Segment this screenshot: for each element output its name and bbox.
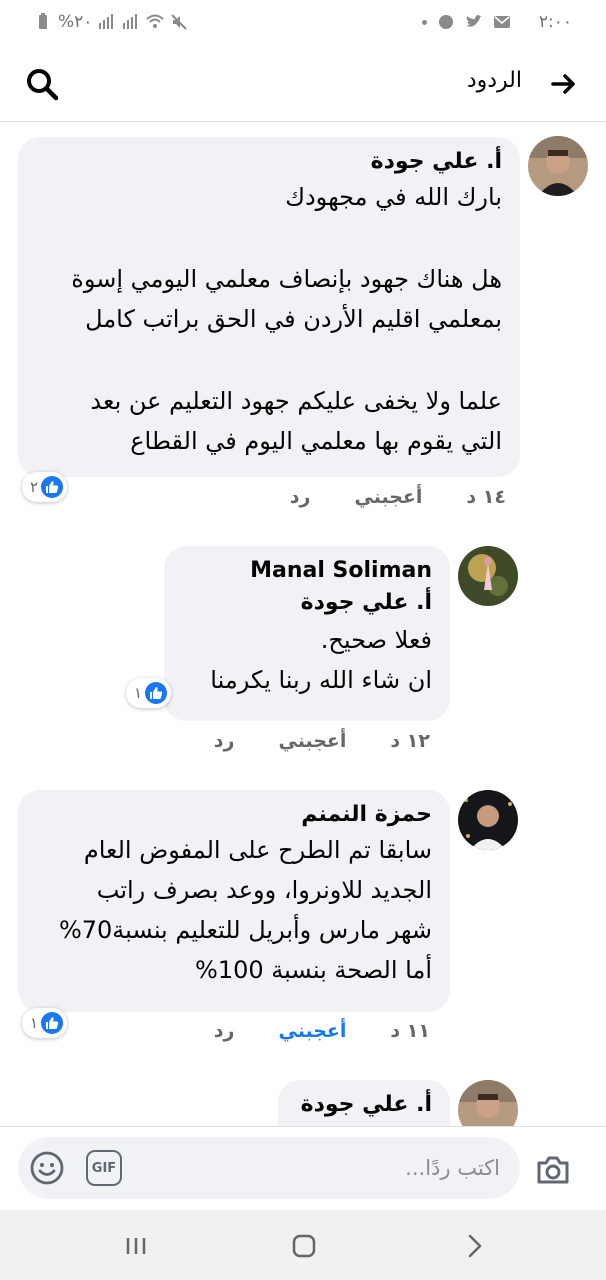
wifi-icon bbox=[146, 14, 165, 28]
top-bar: الردود bbox=[0, 46, 606, 122]
comment-time: ١٤ د bbox=[466, 486, 506, 508]
nav-back-icon[interactable] bbox=[458, 1230, 490, 1262]
home-icon[interactable] bbox=[288, 1230, 320, 1262]
gif-icon[interactable]: GIF bbox=[86, 1150, 122, 1186]
comment-author[interactable]: أ. علي جودة bbox=[36, 147, 502, 177]
mute-icon bbox=[171, 14, 188, 30]
system-nav-bar bbox=[0, 1210, 606, 1280]
like-icon bbox=[145, 682, 168, 704]
reply-composer: GIF bbox=[0, 1126, 606, 1210]
avatar-image bbox=[528, 136, 588, 196]
avatar[interactable] bbox=[528, 136, 588, 196]
comment-text: أما الصحة بنسبة 100% bbox=[195, 956, 432, 984]
emoji-icon[interactable] bbox=[28, 1149, 66, 1187]
comment-text: ان شاء الله ربنا يكرمنا bbox=[210, 666, 432, 694]
like-button-active[interactable]: أعجبني bbox=[279, 1020, 347, 1042]
battery-icon bbox=[39, 13, 47, 29]
comment-time: ١٢ د bbox=[390, 730, 430, 752]
reaction-count: ١ bbox=[134, 684, 143, 702]
comment-time: ١١ د bbox=[390, 1020, 430, 1042]
reaction-count: ٢ bbox=[30, 478, 39, 496]
status-left: %٢٠ bbox=[34, 12, 188, 32]
comment-bubble[interactable]: حمزة النمنم سابقا تم الطرح على المفوض ال… bbox=[18, 790, 450, 1012]
avatar[interactable] bbox=[458, 790, 518, 850]
like-button[interactable]: أعجبني bbox=[279, 730, 347, 752]
reply-field[interactable]: GIF bbox=[18, 1137, 520, 1199]
reply-button[interactable]: رد bbox=[214, 730, 235, 752]
signal-icon bbox=[99, 14, 114, 29]
comment-author[interactable]: حمزة النمنم bbox=[36, 800, 432, 830]
comment-text: علما ولا يخفى عليكم جهود التعليم عن بعد bbox=[90, 387, 502, 415]
avatar[interactable] bbox=[458, 1080, 518, 1126]
comment-text: هل هناك جهود بإنصاف معلمي اليومي إسوة bbox=[71, 265, 502, 293]
reply-input[interactable] bbox=[160, 1137, 500, 1199]
reaction-badge[interactable]: ١ bbox=[22, 1008, 68, 1038]
arrow-right-icon[interactable] bbox=[548, 68, 580, 100]
comment-text: بمعلمي اقليم الأردن في الحق براتب كامل bbox=[85, 305, 502, 333]
comment-meta: ١١ د أعجبني رد bbox=[214, 1020, 430, 1042]
like-icon bbox=[41, 476, 64, 498]
mail-icon bbox=[493, 16, 510, 28]
notification-icon bbox=[438, 15, 453, 29]
avatar-image bbox=[458, 546, 518, 606]
recent-apps-icon[interactable] bbox=[120, 1230, 152, 1262]
reaction-badge[interactable]: ١ bbox=[126, 678, 172, 708]
dot-icon bbox=[421, 19, 427, 25]
avatar-image bbox=[458, 1080, 518, 1126]
twitter-icon bbox=[466, 15, 482, 27]
battery-level: %٢٠ bbox=[58, 12, 93, 32]
reply-button[interactable]: رد bbox=[214, 1020, 235, 1042]
comment-bubble[interactable]: أ. علي جودة bbox=[278, 1080, 450, 1126]
avatar-image bbox=[458, 790, 518, 850]
mention-tag[interactable]: أ. علي جودة bbox=[182, 586, 432, 620]
comment-text: سابقا تم الطرح على المفوض العام bbox=[83, 836, 432, 864]
comment-text: الجديد للاونروا، ووعد بصرف راتب bbox=[96, 876, 432, 904]
clock: ٢:٠٠ bbox=[538, 12, 572, 32]
comment-text: شهر مارس وأبريل للتعليم بنسبة70% bbox=[58, 916, 432, 944]
comment-author[interactable]: أ. علي جودة bbox=[296, 1090, 432, 1120]
avatar[interactable] bbox=[458, 546, 518, 606]
reply-button[interactable]: رد bbox=[290, 486, 311, 508]
comment-text: التي يقوم بها معلمي اليوم في القطاع bbox=[130, 427, 502, 455]
status-right: ٢:٠٠ bbox=[421, 12, 572, 32]
page-title: الردود bbox=[466, 68, 522, 93]
comment-meta: ١٢ د أعجبني رد bbox=[214, 730, 430, 752]
like-icon bbox=[41, 1012, 64, 1034]
comment-author[interactable]: Manal Soliman bbox=[182, 556, 432, 586]
signal-icon-2 bbox=[123, 14, 138, 29]
comment-meta: ١٤ د أعجبني رد bbox=[290, 486, 506, 508]
comment-text: فعلا صحيح. bbox=[320, 626, 432, 654]
comment-text: بارك الله في مجهودك bbox=[285, 183, 502, 211]
like-button[interactable]: أعجبني bbox=[355, 486, 423, 508]
comment-bubble[interactable]: Manal Soliman أ. علي جودة فعلا صحيح. ان … bbox=[164, 546, 450, 721]
reaction-count: ١ bbox=[30, 1014, 39, 1032]
reaction-badge[interactable]: ٢ bbox=[22, 472, 68, 502]
camera-icon[interactable] bbox=[534, 1151, 572, 1189]
comment-bubble[interactable]: أ. علي جودة بارك الله في مجهودك هل هناك … bbox=[18, 137, 520, 477]
search-icon[interactable] bbox=[24, 66, 60, 102]
comments-feed[interactable]: أ. علي جودة بارك الله في مجهودك هل هناك … bbox=[0, 122, 606, 1126]
status-bar: %٢٠ ٢:٠٠ bbox=[0, 0, 606, 46]
